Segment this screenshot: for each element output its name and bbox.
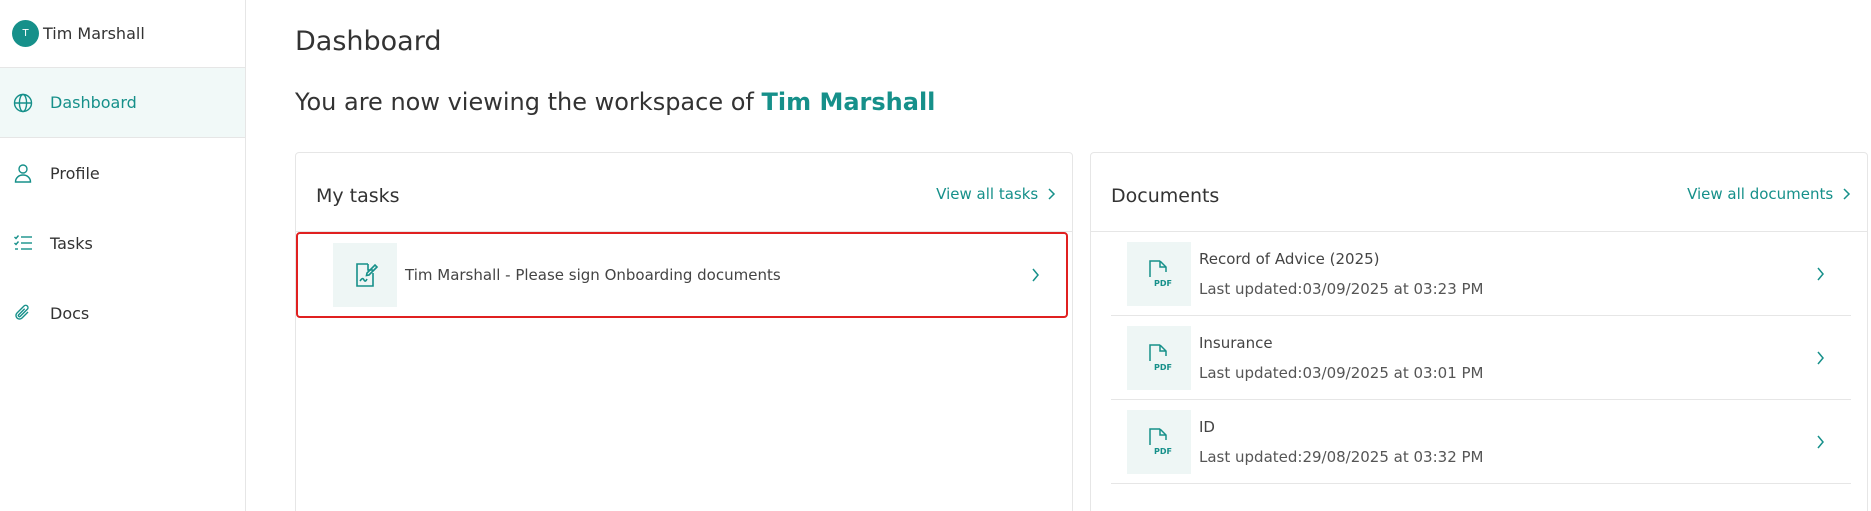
page-title: Dashboard	[295, 26, 442, 57]
document-updated: Last updated:03/09/2025 at 03:23 PM	[1199, 279, 1484, 298]
document-name: Record of Advice (2025)	[1199, 249, 1380, 268]
pdf-icon: PDF	[1149, 343, 1172, 372]
svg-text:PDF: PDF	[1154, 447, 1172, 456]
document-info: Record of Advice (2025) Last updated:03/…	[1199, 250, 1805, 298]
sidebar: T Tim Marshall Dashboard Profile Tasks D…	[0, 0, 246, 511]
document-updated: Last updated:29/08/2025 at 03:32 PM	[1199, 447, 1484, 466]
pdf-icon: PDF	[1149, 259, 1172, 288]
task-icon-tile	[333, 243, 397, 307]
sidebar-item-dashboard[interactable]: Dashboard	[0, 68, 245, 138]
sidebar-item-profile[interactable]: Profile	[0, 138, 245, 208]
task-label: Tim Marshall - Please sign Onboarding do…	[405, 266, 781, 284]
document-item[interactable]: PDF Record of Advice (2025) Last updated…	[1111, 232, 1851, 316]
document-updated: Last updated:03/09/2025 at 03:01 PM	[1199, 363, 1484, 382]
document-info: ID Last updated:29/08/2025 at 03:32 PM	[1199, 418, 1805, 466]
sidebar-item-docs[interactable]: Docs	[0, 278, 245, 348]
workspace-owner-name: Tim Marshall	[761, 88, 936, 116]
view-all-documents-label: View all documents	[1687, 185, 1834, 203]
avatar: T	[12, 20, 39, 47]
checklist-icon	[12, 232, 34, 254]
main-content: Dashboard You are now viewing the worksp…	[295, 0, 1871, 511]
document-item[interactable]: PDF Insurance Last updated:03/09/2025 at…	[1111, 316, 1851, 400]
document-name: Insurance	[1199, 333, 1273, 352]
svg-text:PDF: PDF	[1154, 363, 1172, 372]
chevron-right-icon	[1805, 351, 1835, 365]
documents-title: Documents	[1111, 185, 1220, 207]
my-tasks-title: My tasks	[316, 185, 400, 207]
chevron-right-icon	[1048, 188, 1056, 200]
documents-header: Documents View all documents	[1091, 153, 1867, 232]
view-all-tasks-label: View all tasks	[936, 185, 1039, 203]
document-icon-tile: PDF	[1127, 409, 1191, 474]
chevron-right-icon	[1843, 188, 1851, 200]
document-icon-tile: PDF	[1127, 325, 1191, 390]
view-all-tasks-link[interactable]: View all tasks	[936, 185, 1056, 203]
my-tasks-header: My tasks View all tasks	[296, 153, 1072, 232]
chevron-right-icon	[1805, 435, 1835, 449]
sidebar-item-label: Docs	[50, 303, 90, 323]
chevron-right-icon	[1805, 267, 1835, 281]
pdf-icon: PDF	[1149, 427, 1172, 456]
task-item-sign-onboarding[interactable]: Tim Marshall - Please sign Onboarding do…	[296, 232, 1068, 318]
user-header[interactable]: T Tim Marshall	[0, 0, 245, 68]
sidebar-item-label: Profile	[50, 163, 100, 183]
documents-card: Documents View all documents PDF Record …	[1090, 152, 1868, 511]
sidebar-item-label: Dashboard	[50, 93, 137, 112]
user-name: Tim Marshall	[43, 24, 145, 43]
globe-icon	[12, 92, 34, 114]
paperclip-icon	[12, 302, 34, 324]
user-icon	[12, 162, 34, 184]
documents-list: PDF Record of Advice (2025) Last updated…	[1111, 232, 1851, 484]
my-tasks-card: My tasks View all tasks Tim Marshall - P…	[295, 152, 1073, 511]
document-icon-tile: PDF	[1127, 241, 1191, 306]
sidebar-item-label: Tasks	[50, 233, 93, 253]
sign-document-icon	[356, 263, 379, 287]
chevron-right-icon	[1020, 268, 1050, 282]
workspace-banner: You are now viewing the workspace of Tim…	[295, 88, 935, 116]
view-all-documents-link[interactable]: View all documents	[1687, 185, 1851, 203]
document-item[interactable]: PDF ID Last updated:29/08/2025 at 03:32 …	[1111, 400, 1851, 484]
workspace-prefix: You are now viewing the workspace of	[295, 88, 762, 116]
document-name: ID	[1199, 417, 1215, 436]
svg-text:PDF: PDF	[1154, 279, 1172, 288]
sidebar-item-tasks[interactable]: Tasks	[0, 208, 245, 278]
document-info: Insurance Last updated:03/09/2025 at 03:…	[1199, 334, 1805, 382]
